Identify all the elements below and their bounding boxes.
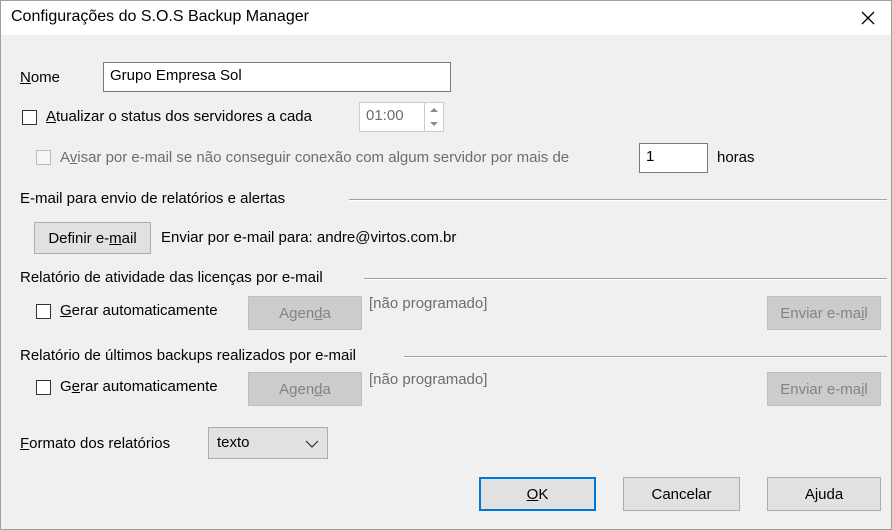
window-title: Configurações do S.O.S Backup Manager [11, 8, 309, 25]
nome-value: Grupo Empresa Sol [110, 67, 242, 84]
formato-selected-value: texto [217, 434, 250, 451]
atualizar-time-value: 01:00 [366, 107, 404, 124]
email-section-divider [349, 199, 887, 201]
cancel-button[interactable]: Cancelar [623, 477, 740, 511]
spinner-buttons[interactable] [424, 103, 443, 131]
title-bar: Configurações do S.O.S Backup Manager [1, 1, 891, 35]
backups-auto-label[interactable]: Gerar automaticamente [60, 378, 218, 395]
chevron-down-icon [305, 440, 319, 448]
formato-select[interactable]: texto [208, 427, 328, 459]
avisar-checkbox[interactable] [36, 150, 51, 165]
avisar-hours-input[interactable]: 1 [639, 143, 708, 173]
spinner-down-icon[interactable] [425, 117, 443, 131]
email-section-title: E-mail para envio de relatórios e alerta… [20, 190, 286, 207]
avisar-hours-value: 1 [646, 148, 655, 165]
avisar-label[interactable]: Avisar por e-mail se não conseguir conex… [60, 149, 569, 166]
avisar-hours-unit: horas [717, 149, 755, 166]
backups-section-divider [404, 356, 887, 358]
atualizar-time-spinner[interactable]: 01:00 [359, 102, 444, 132]
licencas-send-button[interactable]: Enviar e-ma i l [767, 296, 881, 330]
nome-input[interactable]: Grupo Empresa Sol [103, 62, 451, 92]
licencas-section-divider [364, 278, 887, 280]
definir-email-button[interactable]: Definir e-m ail [34, 222, 151, 254]
email-destination-text: Enviar por e-mail para: andre@virtos.com… [161, 229, 457, 246]
help-button[interactable]: Ajuda [767, 477, 881, 511]
backups-status: [não programado] [369, 371, 488, 388]
backups-send-button[interactable]: Enviar e-ma i l [767, 372, 881, 406]
nome-label: Nome [20, 69, 61, 86]
backups-auto-checkbox[interactable] [36, 380, 51, 395]
spinner-up-icon[interactable] [425, 103, 443, 117]
licencas-section-title: Relatório de atividade das licenças por … [20, 269, 323, 286]
formato-label: Formato dos relatórios [20, 435, 171, 452]
backups-agenda-button[interactable]: Agen d a [248, 372, 362, 406]
close-button[interactable] [845, 1, 891, 35]
atualizar-label[interactable]: Atualizar o status dos servidores a cada [46, 108, 312, 125]
atualizar-checkbox[interactable] [22, 110, 37, 125]
ok-button[interactable]: OK [479, 477, 596, 511]
licencas-auto-checkbox[interactable] [36, 304, 51, 319]
licencas-auto-label[interactable]: Gerar automaticamente [60, 302, 218, 319]
licencas-agenda-button[interactable]: Agen d a [248, 296, 362, 330]
settings-dialog: Configurações do S.O.S Backup Manager No… [0, 0, 892, 530]
close-icon [861, 11, 875, 25]
backups-section-title: Relatório de últimos backups realizados … [20, 347, 356, 364]
licencas-status: [não programado] [369, 295, 488, 312]
